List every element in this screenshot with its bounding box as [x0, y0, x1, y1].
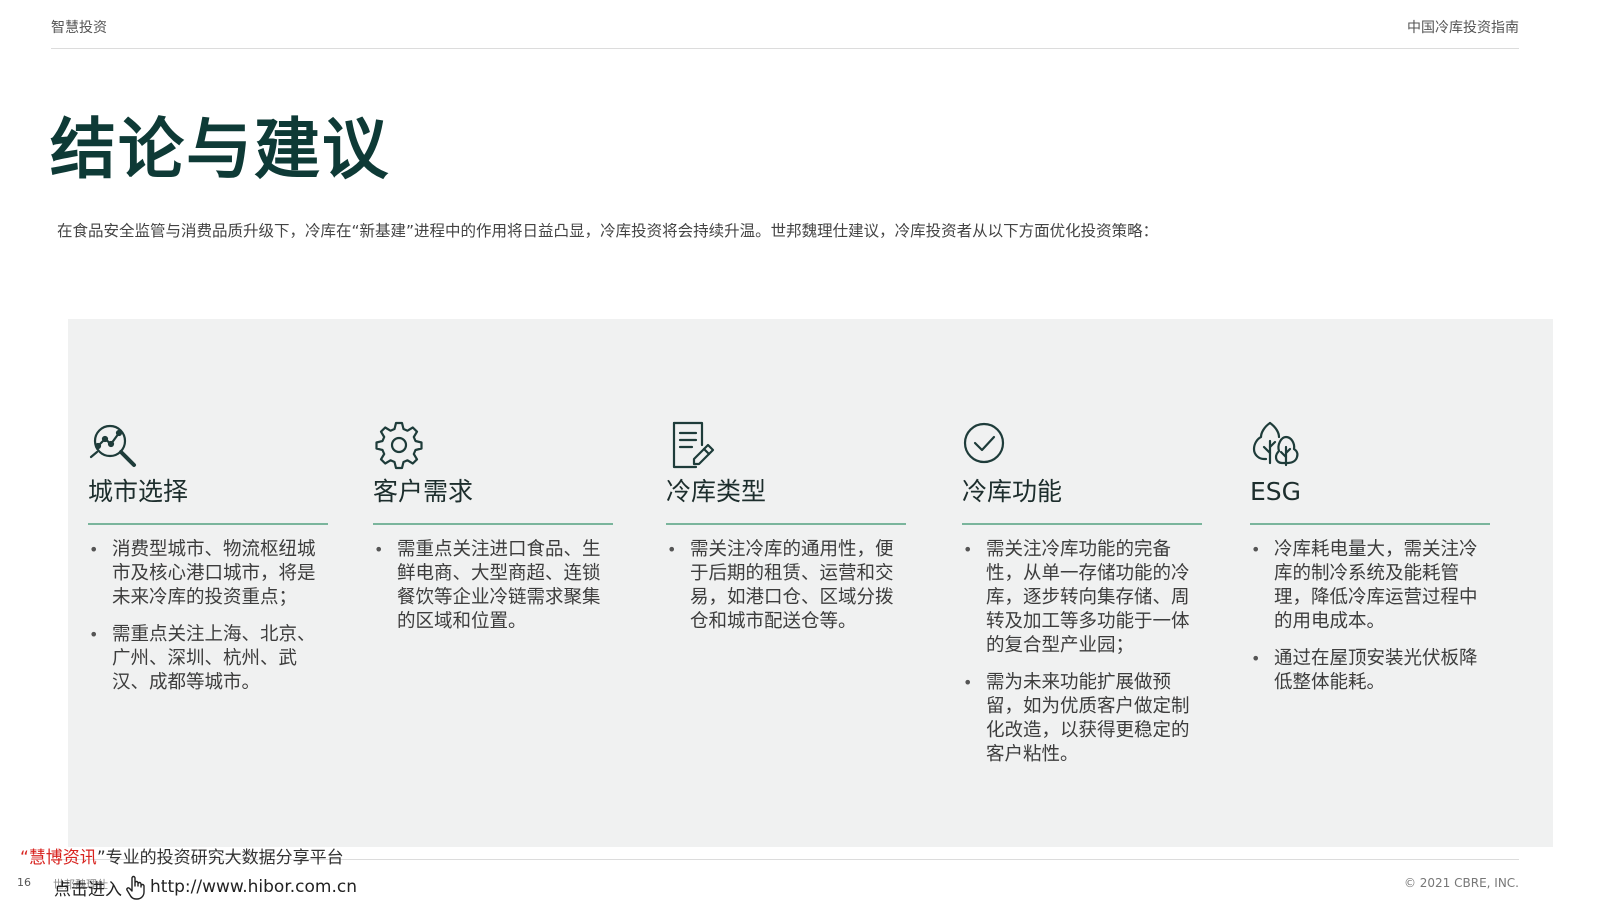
column-cold-storage-function: 冷库功能 需关注冷库功能的完备性，从单一存储功能的冷库，逐步转向集存储、周转及加…	[962, 419, 1202, 780]
column-title: 冷库功能	[962, 477, 1063, 506]
header-right-label: 中国冷库投资指南	[1407, 20, 1519, 36]
copyright: © 2021 CBRE, INC.	[1403, 876, 1519, 890]
document-edit-icon	[666, 419, 718, 471]
column-title: 客户需求	[373, 477, 474, 506]
bullet-list: 需关注冷库功能的完备性，从单一存储功能的冷库，逐步转向集存储、周转及加工等多功能…	[962, 538, 1202, 767]
header-divider	[51, 48, 1519, 49]
column-customer-demand: 客户需求 需重点关注进口食品、生鲜电商、大型商超、连锁餐饮等企业冷链需求聚集的区…	[373, 419, 613, 647]
header-left-label: 智慧投资	[51, 20, 107, 36]
column-title: 城市选择	[88, 477, 189, 506]
watermark-tagline-text: 专业的投资研究大数据分享平台	[105, 848, 344, 868]
watermark-tagline: “慧博资讯”专业的投资研究大数据分享平台	[20, 843, 344, 868]
intro-text: 在食品安全监管与消费品质升级下，冷库在“新基建”进程中的作用将日益凸显，冷库投资…	[57, 222, 1159, 240]
page-title: 结论与建议	[50, 110, 390, 188]
bullet-item: 需重点关注上海、北京、广州、深圳、杭州、武汉、成都等城市。	[88, 623, 328, 695]
column-cold-storage-type: 冷库类型 需关注冷库的通用性，便于后期的租赁、运营和交易，如港口仓、区域分拨仓和…	[666, 419, 906, 647]
column-divider	[373, 523, 613, 525]
magnifier-chart-icon	[88, 419, 140, 471]
column-divider	[666, 523, 906, 525]
watermark-quote-close: ”	[96, 848, 106, 868]
column-title: 冷库类型	[666, 477, 767, 506]
trees-icon	[1250, 419, 1302, 471]
bullet-list: 冷库耗电量大，需关注冷库的制冷系统及能耗管理，降低冷库运营过程中的用电成本。 通…	[1250, 538, 1490, 695]
watermark-enter[interactable]: 点击进入	[54, 875, 122, 900]
bullet-list: 需重点关注进口食品、生鲜电商、大型商超、连锁餐饮等企业冷链需求聚集的区域和位置。	[373, 538, 613, 634]
bullet-item: 通过在屋顶安装光伏板降低整体能耗。	[1250, 647, 1490, 695]
bullet-item: 消费型城市、物流枢纽城市及核心港口城市，将是未来冷库的投资重点；	[88, 538, 328, 610]
bullet-item: 冷库耗电量大，需关注冷库的制冷系统及能耗管理，降低冷库运营过程中的用电成本。	[1250, 538, 1490, 634]
gear-icon	[373, 419, 425, 471]
column-city-selection: 城市选择 消费型城市、物流枢纽城市及核心港口城市，将是未来冷库的投资重点； 需重…	[88, 419, 328, 708]
page-number: 16	[17, 876, 31, 889]
column-divider	[1250, 523, 1490, 525]
column-divider	[88, 523, 328, 525]
column-esg: ESG 冷库耗电量大，需关注冷库的制冷系统及能耗管理，降低冷库运营过程中的用电成…	[1250, 419, 1490, 708]
hand-pointer-icon	[126, 874, 146, 900]
bullet-item: 需重点关注进口食品、生鲜电商、大型商超、连锁餐饮等企业冷链需求聚集的区域和位置。	[373, 538, 613, 634]
bullet-list: 消费型城市、物流枢纽城市及核心港口城市，将是未来冷库的投资重点； 需重点关注上海…	[88, 538, 328, 695]
column-divider	[962, 523, 1202, 525]
watermark-link-row[interactable]: 点击进入 http://www.hibor.com.cn	[54, 874, 357, 900]
bullet-item: 需关注冷库的通用性，便于后期的租赁、运营和交易，如港口仓、区域分拨仓和城市配送仓…	[666, 538, 906, 634]
bullet-list: 需关注冷库的通用性，便于后期的租赁、运营和交易，如港口仓、区域分拨仓和城市配送仓…	[666, 538, 906, 634]
watermark-quote-open: “	[20, 848, 29, 868]
bullet-item: 需为未来功能扩展做预留，如为优质客户做定制化改造，以获得更稳定的客户粘性。	[962, 671, 1202, 767]
column-title: ESG	[1250, 477, 1302, 506]
check-circle-icon	[962, 419, 1014, 471]
watermark-url-link[interactable]: http://www.hibor.com.cn	[150, 877, 357, 897]
bullet-item: 需关注冷库功能的完备性，从单一存储功能的冷库，逐步转向集存储、周转及加工等多功能…	[962, 538, 1202, 658]
watermark-brand: 慧博资讯	[28, 848, 97, 868]
